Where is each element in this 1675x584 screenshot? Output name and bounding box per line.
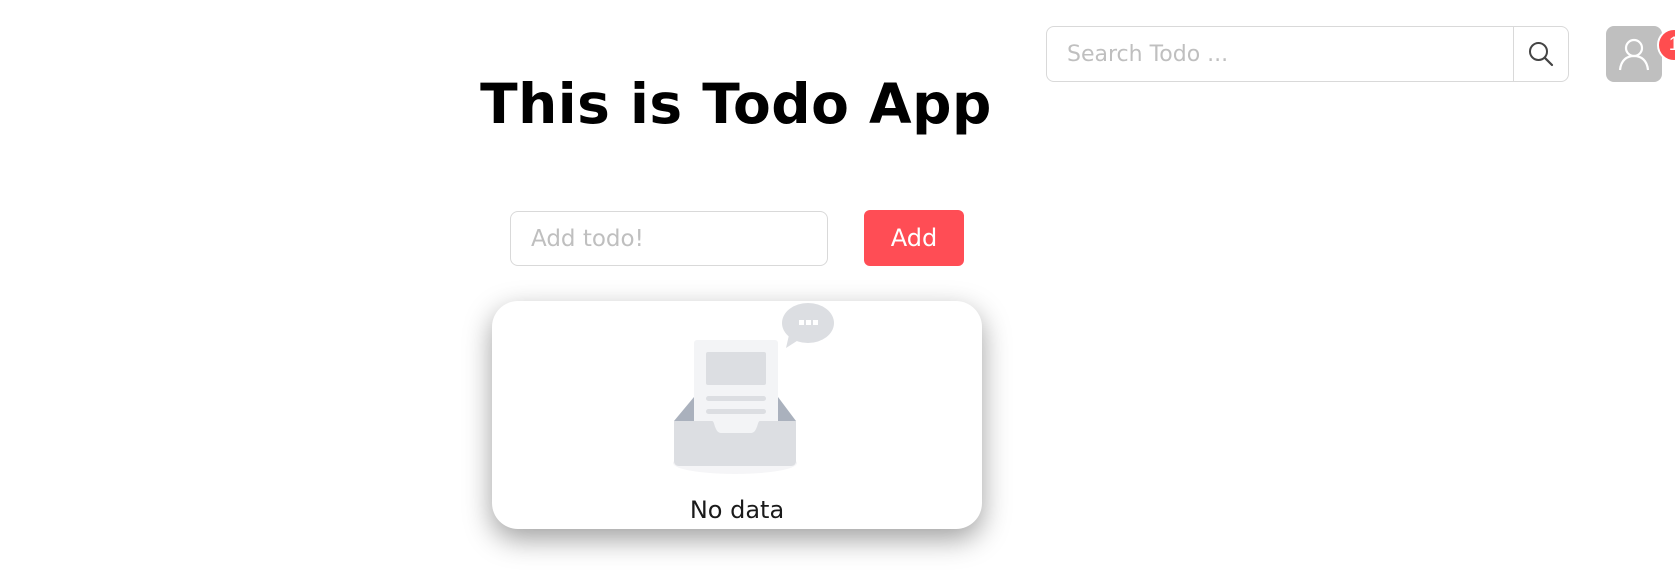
empty-inbox-icon xyxy=(656,303,842,482)
page-title: This is Todo App xyxy=(480,72,992,136)
empty-state-text: No data xyxy=(689,496,785,524)
search-input[interactable] xyxy=(1047,27,1513,81)
user-icon xyxy=(1618,38,1650,71)
add-todo-input[interactable] xyxy=(510,211,828,266)
todo-list: No data xyxy=(492,301,982,529)
add-todo-button[interactable]: Add xyxy=(864,210,964,266)
user-avatar[interactable] xyxy=(1606,26,1662,82)
todo-page: 1 This is Todo App Add xyxy=(0,0,1675,584)
search-bar xyxy=(1046,26,1569,82)
search-button[interactable] xyxy=(1513,27,1568,81)
search-icon xyxy=(1529,42,1554,67)
